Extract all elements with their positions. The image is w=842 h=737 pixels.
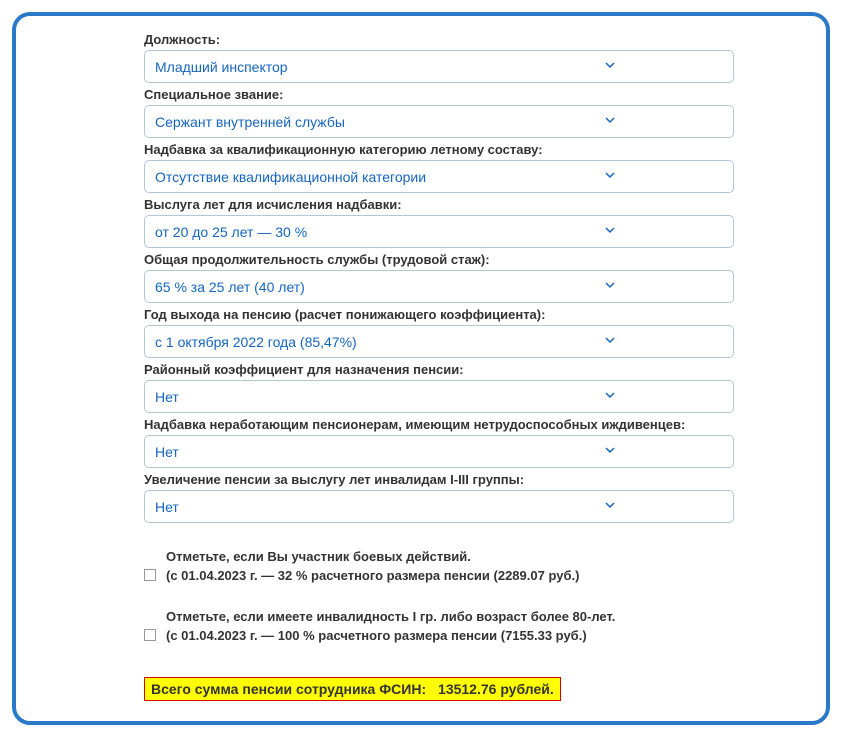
checkbox-section: Отметьте, если Вы участник боевых действ… — [144, 549, 806, 643]
field-select[interactable]: Нет — [144, 435, 734, 468]
field-label: Надбавка неработающим пенсионерам, имеющ… — [144, 417, 806, 432]
form-group: Должность: Младший инспектор — [36, 32, 806, 83]
field-label: Надбавка за квалификационную категорию л… — [144, 142, 806, 157]
field-select[interactable]: Нет — [144, 380, 734, 413]
field-value: Младший инспектор — [155, 59, 288, 75]
form-group: Специальное звание: Сержант внутренней сл… — [36, 87, 806, 138]
form-group: Надбавка за квалификационную категорию л… — [36, 142, 806, 193]
field-value: Отсутствие квалификационной категории — [155, 169, 426, 185]
field-value: Нет — [155, 389, 179, 405]
form-group: Выслуга лет для исчисления надбавки: от 2… — [36, 197, 806, 248]
field-value: Нет — [155, 444, 179, 460]
field-select[interactable]: с 1 октября 2022 года (85,47%) — [144, 325, 734, 358]
form-group: Увеличение пенсии за выслугу лет инвалид… — [36, 472, 806, 523]
form-group: Районный коэффициент для назначения пенс… — [36, 362, 806, 413]
field-select[interactable]: от 20 до 25 лет — 30 % — [144, 215, 734, 248]
checkbox-subtitle: (с 01.04.2023 г. — 32 % расчетного разме… — [166, 568, 579, 583]
result-box: Всего сумма пенсии сотрудника ФСИН: 1351… — [144, 677, 561, 701]
form-group: Год выхода на пенсию (расчет понижающего… — [36, 307, 806, 358]
field-label: Общая продолжительность службы (трудовой… — [144, 252, 806, 267]
field-value: Сержант внутренней службы — [155, 114, 345, 130]
form-group: Надбавка неработающим пенсионерам, имеющ… — [36, 417, 806, 468]
field-label: Специальное звание: — [144, 87, 806, 102]
checkbox-title: Отметьте, если имеете инвалидность I гр.… — [166, 609, 615, 624]
checkbox-row: Отметьте, если Вы участник боевых действ… — [144, 549, 806, 583]
field-label: Должность: — [144, 32, 806, 47]
field-label: Районный коэффициент для назначения пенс… — [144, 362, 806, 377]
checkbox-row: Отметьте, если имеете инвалидность I гр.… — [144, 609, 806, 643]
checkbox-input[interactable] — [144, 629, 156, 641]
field-select[interactable]: Сержант внутренней службы — [144, 105, 734, 138]
field-value: 65 % за 25 лет (40 лет) — [155, 279, 305, 295]
field-label: Увеличение пенсии за выслугу лет инвалид… — [144, 472, 806, 487]
field-select[interactable]: Отсутствие квалификационной категории — [144, 160, 734, 193]
field-label: Выслуга лет для исчисления надбавки: — [144, 197, 806, 212]
checkbox-title: Отметьте, если Вы участник боевых действ… — [166, 549, 579, 564]
result-label: Всего сумма пенсии сотрудника ФСИН: — [151, 681, 426, 697]
field-value: Нет — [155, 499, 179, 515]
field-select[interactable]: Нет — [144, 490, 734, 523]
field-value: с 1 октября 2022 года (85,47%) — [155, 334, 357, 350]
checkbox-input[interactable] — [144, 569, 156, 581]
field-value: от 20 до 25 лет — 30 % — [155, 224, 307, 240]
calculator-container: Должность: Младший инспектор Специальное з… — [12, 12, 830, 725]
checkbox-subtitle: (с 01.04.2023 г. — 100 % расчетного разм… — [166, 628, 615, 643]
field-select[interactable]: Младший инспектор — [144, 50, 734, 83]
form-group: Общая продолжительность службы (трудовой… — [36, 252, 806, 303]
field-select[interactable]: 65 % за 25 лет (40 лет) — [144, 270, 734, 303]
field-label: Год выхода на пенсию (расчет понижающего… — [144, 307, 806, 322]
result-value: 13512.76 рублей. — [438, 681, 554, 697]
